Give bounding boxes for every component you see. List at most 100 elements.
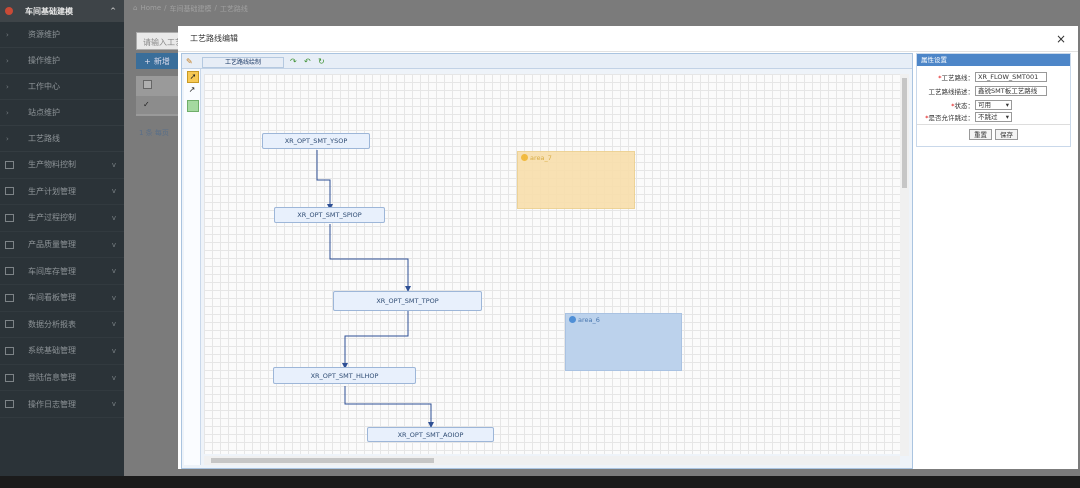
sidebar-subitem-resource[interactable]: › 资源维护 bbox=[0, 22, 124, 48]
sidebar-subitem-workcenter[interactable]: › 工作中心 bbox=[0, 74, 124, 100]
save-button[interactable]: 保存 bbox=[995, 129, 1018, 140]
line-tool-icon[interactable]: ↗ bbox=[187, 85, 197, 95]
skip-select[interactable]: 不跳过 ▾ bbox=[975, 111, 1012, 122]
chevron-right-icon: › bbox=[6, 82, 9, 91]
pager-text: 1 条 每页 bbox=[139, 129, 169, 137]
chevron-down-icon: v bbox=[111, 293, 116, 302]
quality-icon bbox=[5, 240, 14, 249]
search-input[interactable]: 请输入工艺 bbox=[136, 32, 184, 50]
sidebar-item-login[interactable]: 登陆信息管理 v bbox=[0, 365, 124, 392]
route-node[interactable]: XR_OPT_SMT_AOIOP bbox=[367, 427, 494, 442]
select-tool-icon[interactable]: ➚ bbox=[187, 71, 199, 83]
sidebar-item-label: 车间基础建模 bbox=[25, 6, 73, 16]
redo-icon[interactable]: ↷ bbox=[290, 58, 297, 66]
route-designer: ✎ 工艺路线绘制 ↷ ↶ ↻ ➚ ↗ area_7 area_6 XR_OPT_… bbox=[181, 53, 913, 469]
designer-title: 工艺路线绘制 bbox=[202, 57, 284, 68]
skip-label: *是否允许跳过： bbox=[917, 112, 975, 122]
sidebar-item-material[interactable]: 生产物料控制 v bbox=[0, 152, 124, 179]
area-box[interactable]: area_6 bbox=[565, 313, 682, 371]
modal-title: 工艺路线编辑 bbox=[190, 34, 238, 43]
designer-canvas[interactable]: area_7 area_6 XR_OPT_SMT_YSOP XR_OPT_SMT… bbox=[204, 74, 900, 454]
properties-panel: 属性设置 *工艺路线： XR_FLOW_SMT001 工艺路线描述： 鑫锐SMT… bbox=[916, 53, 1071, 147]
chevron-down-icon: v bbox=[111, 400, 116, 409]
route-node[interactable]: XR_OPT_SMT_HLHOP bbox=[273, 367, 416, 384]
chevron-right-icon: › bbox=[6, 134, 9, 143]
tool-palette: ➚ ↗ bbox=[184, 69, 201, 465]
status-select[interactable]: 可用 ▾ bbox=[975, 99, 1012, 110]
sidebar-item-system[interactable]: 系统基础管理 v bbox=[0, 338, 124, 365]
add-button[interactable]: + 新增 bbox=[136, 53, 178, 69]
area-box[interactable]: area_7 bbox=[517, 151, 635, 209]
desc-label: 工艺路线描述： bbox=[928, 87, 975, 96]
chevron-down-icon: v bbox=[111, 160, 116, 169]
chevron-down-icon: v bbox=[111, 213, 116, 222]
sidebar-item-board[interactable]: 车间看板管理 v bbox=[0, 285, 124, 312]
chevron-up-icon: ^ bbox=[110, 7, 116, 15]
sidebar-subitem-label: 站点维护 bbox=[28, 108, 60, 117]
sidebar-item-plan[interactable]: 生产计划管理 v bbox=[0, 179, 124, 206]
route-row: *工艺路线： XR_FLOW_SMT001 bbox=[917, 71, 1070, 82]
dropdown-arrow-icon: ▾ bbox=[1005, 100, 1009, 109]
sidebar-item-process[interactable]: 生产过程控制 v bbox=[0, 205, 124, 232]
sidebar-item-workshop-modeling[interactable]: 车间基础建模 ^ bbox=[0, 0, 124, 22]
vertical-scrollbar[interactable] bbox=[900, 74, 909, 456]
sidebar-item-label: 操作日志管理 bbox=[28, 399, 76, 409]
undo-icon[interactable]: ↶ bbox=[304, 58, 311, 66]
chevron-right-icon: › bbox=[6, 56, 9, 65]
breadcrumb-level2: 工艺路线 bbox=[219, 5, 248, 13]
cube-icon bbox=[5, 7, 13, 15]
sidebar-item-log[interactable]: 操作日志管理 v bbox=[0, 391, 124, 418]
connector-line bbox=[342, 311, 409, 369]
route-node[interactable]: XR_OPT_SMT_TPOP bbox=[333, 291, 482, 311]
breadcrumb-home[interactable]: Home bbox=[140, 4, 161, 14]
sidebar-subitem-route[interactable]: › 工艺路线 bbox=[0, 126, 124, 152]
refresh-icon[interactable]: ↻ bbox=[318, 58, 325, 66]
home-icon: ⌂ bbox=[133, 4, 138, 12]
divider bbox=[917, 124, 1070, 125]
pencil-icon: ✎ bbox=[186, 57, 193, 66]
report-icon bbox=[5, 320, 14, 329]
sidebar-subitem-label: 工作中心 bbox=[28, 82, 60, 91]
skip-value: 不跳过 bbox=[978, 112, 998, 121]
sidebar-subitem-label: 工艺路线 bbox=[28, 134, 60, 143]
stock-icon bbox=[5, 267, 14, 276]
chevron-right-icon: › bbox=[6, 30, 9, 39]
sidebar-item-label: 车间库存管理 bbox=[28, 266, 76, 276]
status-label: *状态： bbox=[917, 100, 975, 110]
dropdown-arrow-icon: ▾ bbox=[1005, 112, 1009, 121]
breadcrumb-sep: / bbox=[164, 4, 167, 12]
reset-button[interactable]: 重置 bbox=[969, 129, 992, 140]
chevron-down-icon: v bbox=[111, 373, 116, 382]
chevron-down-icon: v bbox=[111, 240, 116, 249]
area-icon bbox=[521, 154, 528, 161]
route-node[interactable]: XR_OPT_SMT_YSOP bbox=[262, 133, 370, 149]
sidebar-item-report[interactable]: 数据分析报表 v bbox=[0, 312, 124, 339]
connector-line bbox=[316, 150, 333, 210]
sidebar-item-stock[interactable]: 车间库存管理 v bbox=[0, 258, 124, 285]
route-field[interactable]: XR_FLOW_SMT001 bbox=[975, 71, 1047, 82]
connector-lines bbox=[316, 150, 434, 428]
select-all-checkbox[interactable] bbox=[143, 80, 152, 89]
skip-row: *是否允许跳过： 不跳过 ▾ bbox=[917, 111, 1070, 122]
close-icon[interactable]: × bbox=[1056, 32, 1066, 46]
status-row: *状态： 可用 ▾ bbox=[917, 99, 1070, 110]
chevron-down-icon: v bbox=[111, 320, 116, 329]
sidebar-subitem-operation[interactable]: › 操作维护 bbox=[0, 48, 124, 74]
area-icon bbox=[569, 316, 576, 323]
area-label: area_6 bbox=[578, 316, 600, 324]
sidebar-subitem-station[interactable]: › 站点维护 bbox=[0, 100, 124, 126]
sidebar-item-label: 产品质量管理 bbox=[28, 240, 76, 250]
sidebar-subitem-label: 操作维护 bbox=[28, 56, 60, 65]
scroll-thumb[interactable] bbox=[211, 458, 434, 463]
area-tool-icon[interactable] bbox=[187, 100, 199, 112]
sidebar-item-quality[interactable]: 产品质量管理 v bbox=[0, 232, 124, 259]
breadcrumb-level1[interactable]: 车间基础建模 bbox=[169, 4, 211, 14]
log-icon bbox=[5, 400, 14, 409]
desc-field[interactable]: 鑫锐SMT板工艺路线 bbox=[975, 85, 1047, 96]
route-node[interactable]: XR_OPT_SMT_SPIOP bbox=[274, 207, 385, 223]
scroll-thumb[interactable] bbox=[902, 78, 907, 188]
taskbar bbox=[0, 476, 1080, 488]
horizontal-scrollbar[interactable] bbox=[204, 456, 900, 465]
process-icon bbox=[5, 213, 14, 222]
desc-row: 工艺路线描述： 鑫锐SMT板工艺路线 bbox=[917, 85, 1070, 96]
